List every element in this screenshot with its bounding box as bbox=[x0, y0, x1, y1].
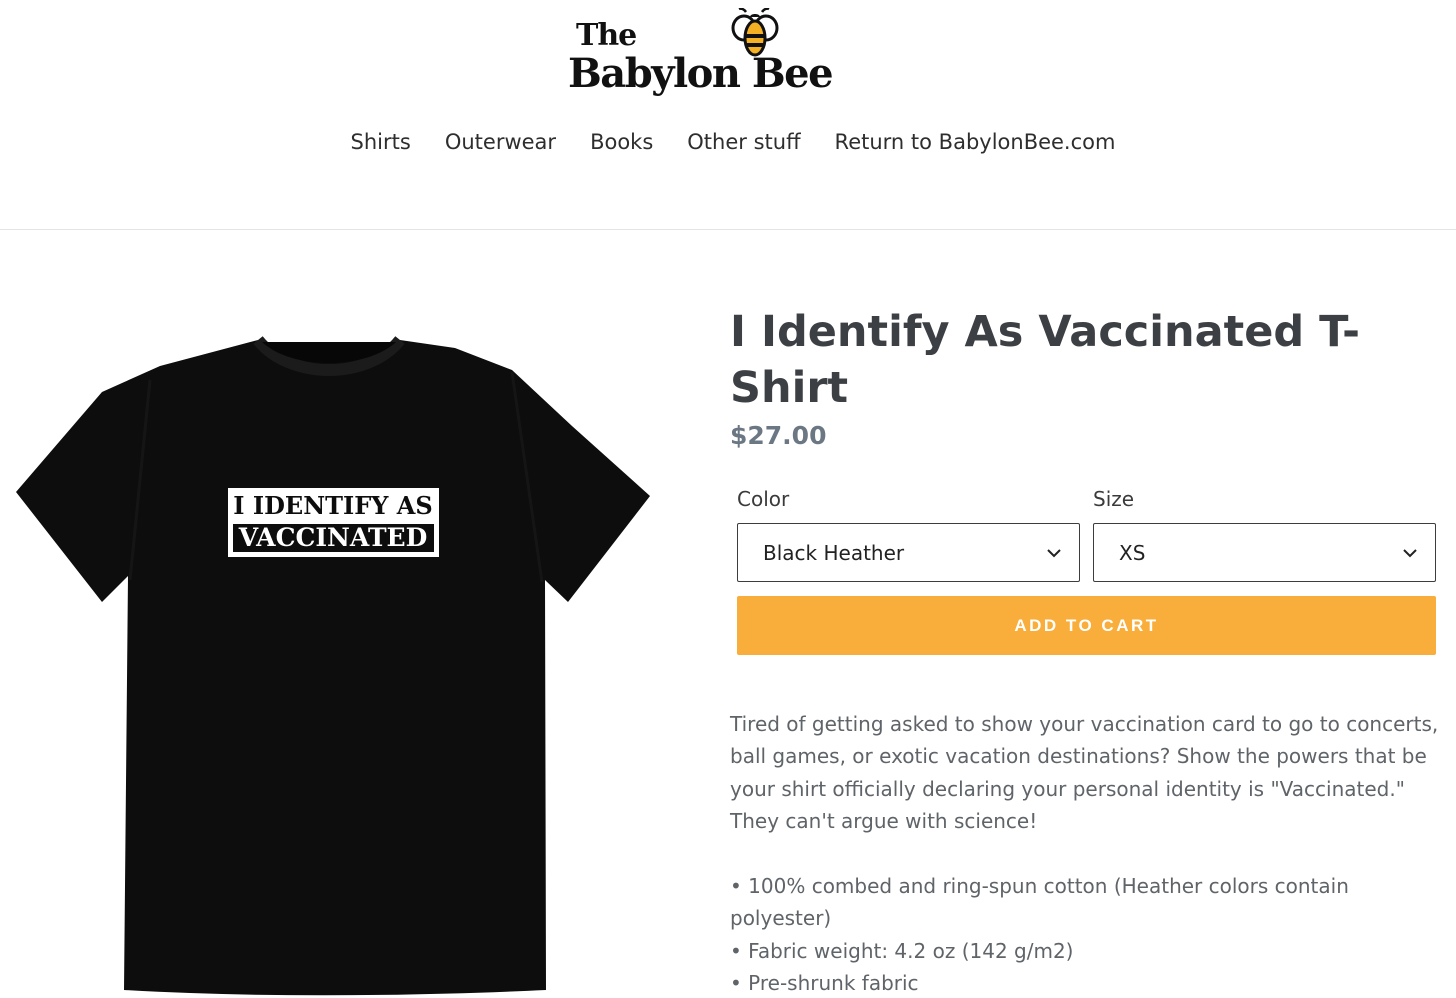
size-select[interactable]: XS bbox=[1093, 523, 1436, 582]
product-image[interactable]: I IDENTIFY AS VACCINATED bbox=[0, 300, 680, 998]
nav-item-other-stuff[interactable]: Other stuff bbox=[670, 130, 817, 154]
size-select-value: XS bbox=[1119, 540, 1146, 565]
product-price: $27.00 bbox=[730, 421, 827, 450]
logo-line2: Babylon Bee bbox=[568, 50, 834, 97]
feature-item: 100% combed and ring-spun cotton (Heathe… bbox=[730, 870, 1442, 935]
color-select-value: Black Heather bbox=[763, 540, 905, 565]
size-label: Size bbox=[1093, 487, 1135, 511]
color-select[interactable]: Black Heather bbox=[737, 523, 1080, 582]
color-label: Color bbox=[737, 487, 790, 511]
feature-item: Pre-shrunk fabric bbox=[730, 967, 1442, 998]
product-description: Tired of getting asked to show your vacc… bbox=[730, 708, 1442, 998]
description-text: Tired of getting asked to show your vacc… bbox=[730, 712, 1439, 834]
shirt-print-line2: VACCINATED bbox=[238, 523, 428, 552]
logo-line1: The bbox=[576, 18, 637, 53]
tshirt-shape bbox=[16, 340, 650, 996]
feature-list: 100% combed and ring-spun cotton (Heathe… bbox=[730, 870, 1442, 998]
product-page: The Babylon Bee Shirts Outerwear Books O… bbox=[0, 0, 1456, 998]
site-logo[interactable]: The Babylon Bee bbox=[566, 8, 856, 100]
feature-item: Fabric weight: 4.2 oz (142 g/m2) bbox=[730, 935, 1442, 967]
shirt-print-line1: I IDENTIFY AS bbox=[233, 491, 432, 520]
add-to-cart-button[interactable]: ADD TO CART bbox=[737, 596, 1436, 655]
chevron-down-icon bbox=[1403, 549, 1417, 558]
nav-item-shirts[interactable]: Shirts bbox=[334, 130, 428, 154]
product-title: I Identify As Vaccinated T-Shirt bbox=[730, 307, 1360, 413]
nav-item-return-to-site[interactable]: Return to BabylonBee.com bbox=[818, 130, 1133, 154]
header-divider bbox=[0, 229, 1456, 230]
chevron-down-icon bbox=[1047, 549, 1061, 558]
main-nav: Shirts Outerwear Books Other stuff Retur… bbox=[0, 130, 1456, 154]
nav-item-books[interactable]: Books bbox=[573, 130, 670, 154]
nav-item-outerwear[interactable]: Outerwear bbox=[428, 130, 573, 154]
